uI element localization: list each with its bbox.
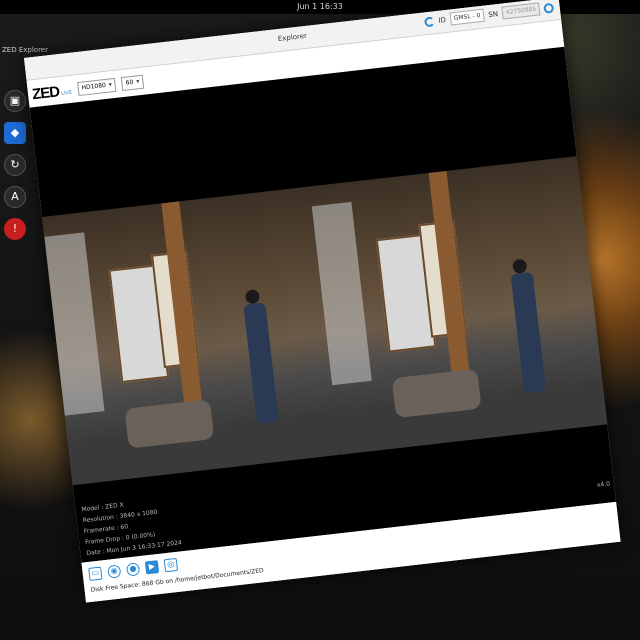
serial-number-field: 42750885 — [501, 2, 541, 20]
stereo-preview — [42, 156, 608, 486]
right-camera-image — [309, 156, 608, 455]
left-camera-image — [42, 186, 340, 486]
video-icon[interactable]: ▶ — [144, 560, 160, 575]
gear-icon[interactable] — [543, 2, 555, 14]
camera-select[interactable]: GMSL - 0 — [449, 8, 486, 26]
dock: ▣ ◆ ↻ A ! — [0, 80, 30, 250]
explorer-window: Explorer ID GMSL - 0 SN 42750885 ZED LIV… — [24, 0, 621, 603]
fps-value: 60 — [125, 78, 134, 87]
share-icon[interactable]: ↻ — [4, 154, 26, 176]
sn-label: SN — [487, 9, 499, 19]
chevron-down-icon: ▾ — [135, 78, 140, 86]
resolution-select[interactable]: HD1080 ▾ — [76, 77, 117, 97]
alert-icon[interactable]: ! — [4, 218, 26, 240]
app-icon[interactable]: ◆ — [4, 122, 26, 144]
live-label: LIVE — [60, 89, 73, 97]
resolution-value: HD1080 — [81, 81, 107, 92]
fps-select[interactable]: 60 ▾ — [121, 74, 145, 92]
terminal-icon[interactable]: ▣ — [4, 90, 26, 112]
folder-icon[interactable]: ▭ — [88, 566, 103, 581]
video-viewport[interactable]: Model : ZED X Resolution : 3840 x 1080 F… — [29, 46, 617, 563]
chevron-down-icon: ▾ — [108, 81, 113, 89]
system-clock: Jun 1 16:33 — [297, 2, 343, 11]
id-label: ID — [438, 15, 447, 25]
zoom-scale: x4.0 — [596, 480, 611, 489]
camera-info: Model : ZED X Resolution : 3840 x 1080 F… — [81, 494, 182, 559]
software-icon[interactable]: A — [4, 186, 26, 208]
refresh-icon[interactable] — [423, 15, 436, 27]
camera-icon[interactable]: ◎ — [163, 557, 179, 573]
app-menu[interactable]: ZED Explorer — [2, 46, 48, 54]
zed-logo: ZED — [31, 82, 60, 103]
